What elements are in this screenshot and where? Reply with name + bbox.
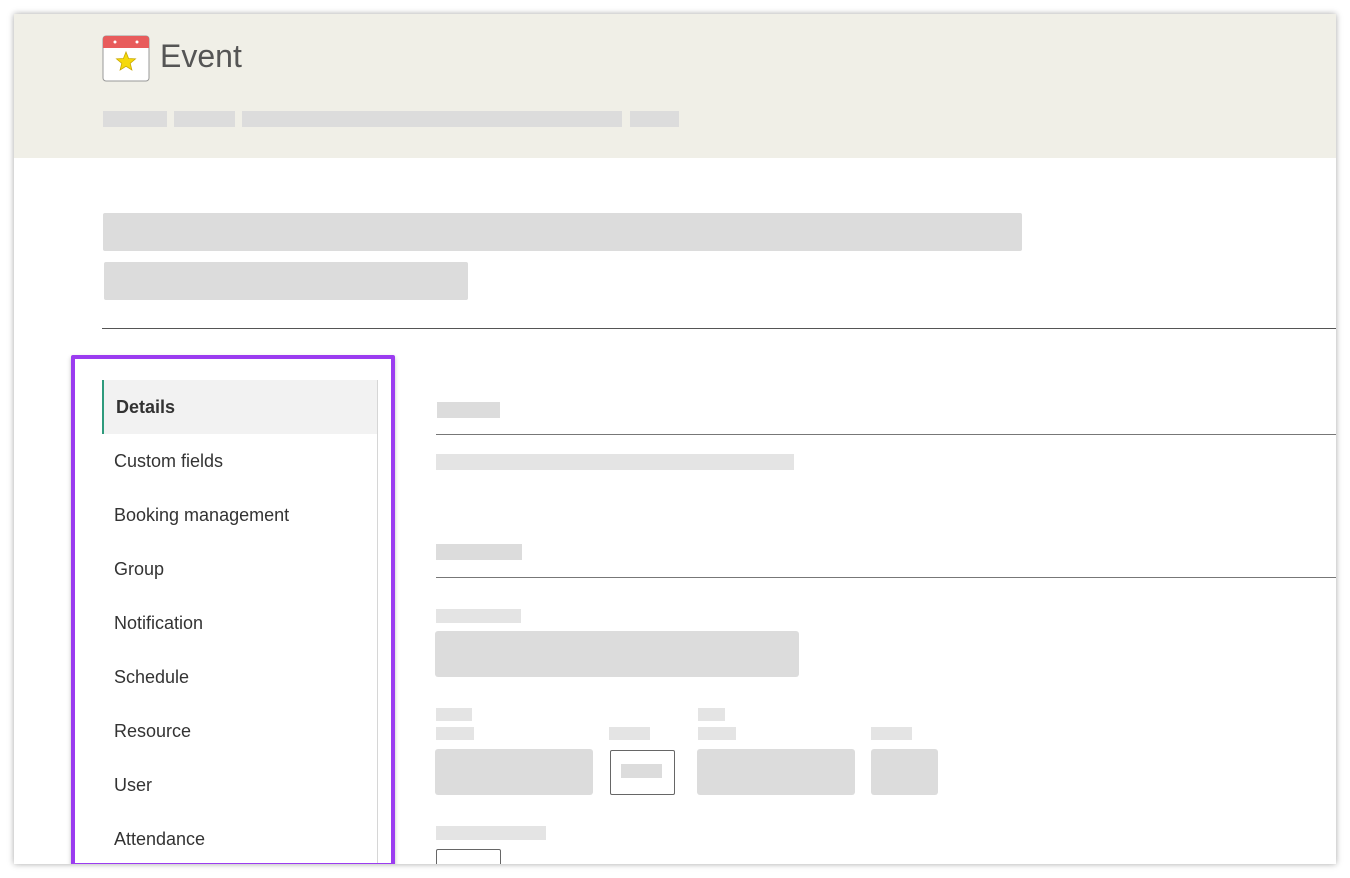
event-subtitle-placeholder [104,262,468,300]
title-divider [102,328,1336,329]
toggle-input-placeholder [621,764,662,778]
text-input-placeholder[interactable] [435,631,799,677]
field-label-placeholder [436,609,521,623]
time-input-placeholder[interactable] [871,749,938,795]
date-input-placeholder[interactable] [435,749,593,795]
input-box[interactable] [436,849,501,864]
section-divider [436,577,1336,578]
field-label-placeholder [436,727,474,740]
field-label-placeholder [436,708,472,721]
event-title-placeholder [103,213,1022,251]
field-label-placeholder [871,727,912,740]
field-label-placeholder [436,826,546,840]
app-window: Event Details Custom fields Booking mana… [14,14,1336,864]
section-divider [436,434,1336,435]
date-input-placeholder[interactable] [697,749,855,795]
section-heading-placeholder [436,544,522,560]
field-label-placeholder [698,708,725,721]
breadcrumb-item[interactable] [242,111,622,127]
breadcrumb-item [630,111,679,127]
nav-highlight-frame [71,355,395,864]
section-heading-placeholder [437,402,500,418]
breadcrumb-item[interactable] [174,111,235,127]
calendar-star-icon [102,35,150,82]
page-header: Event [14,14,1336,158]
field-label-placeholder [698,727,736,740]
field-label-placeholder [609,727,650,740]
section-text-placeholder [436,454,794,470]
breadcrumb-item[interactable] [103,111,167,127]
page-title: Event [160,38,242,74]
